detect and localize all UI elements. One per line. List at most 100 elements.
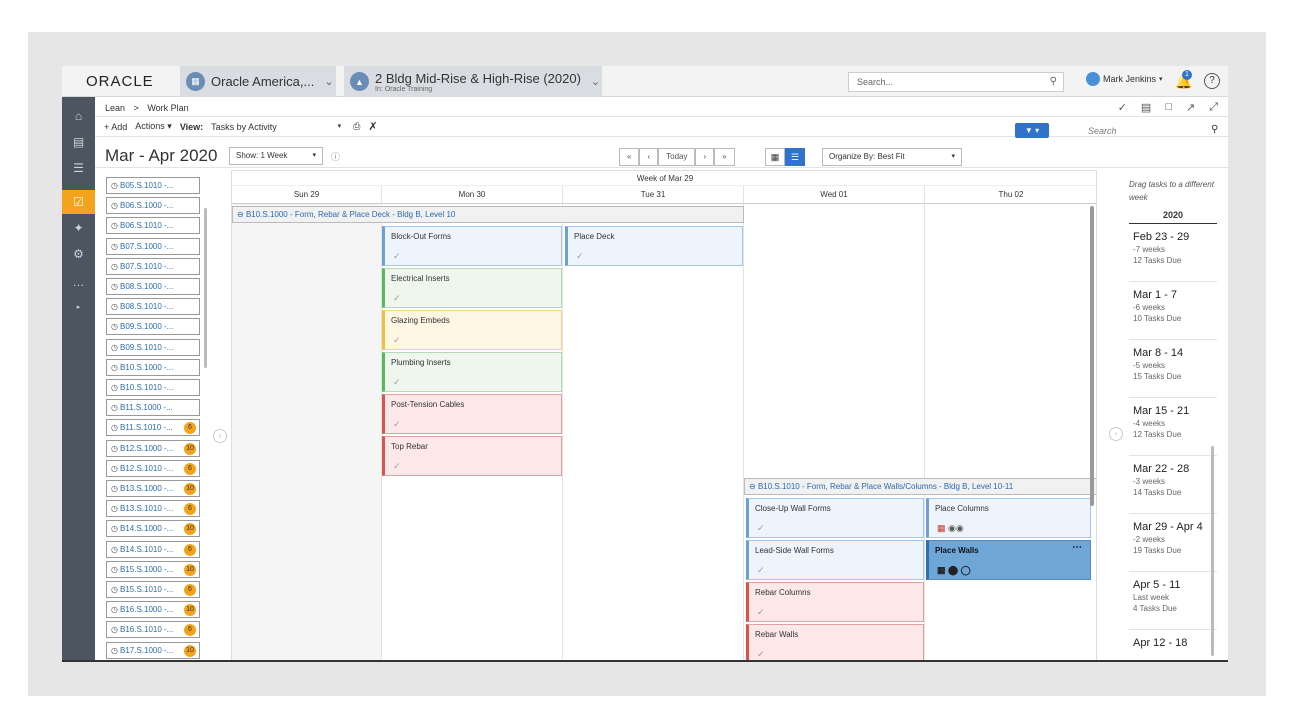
week-item[interactable]: Apr 12 - 18 <box>1129 630 1217 660</box>
task-card[interactable]: Place Deck ✓ <box>565 226 743 266</box>
info-icon[interactable]: ⓘ <box>331 150 340 163</box>
task-card[interactable]: Electrical Inserts ✓ <box>382 268 562 308</box>
lean-icon[interactable]: ☑ <box>62 190 95 214</box>
first-page-icon[interactable]: « <box>619 148 640 166</box>
activity-group-header[interactable]: ⊖ B10.S.1010 - Form, Rebar & Place Walls… <box>744 478 1096 495</box>
show-select[interactable]: Show: 1 Week ▾ <box>229 147 323 165</box>
activity-list-item[interactable]: ◷ B07.S.1010 -... <box>106 257 200 275</box>
activity-list-item[interactable]: ◷ B15.S.1000 -... 10 <box>106 560 200 578</box>
chart-icon[interactable]: ▤ <box>1141 101 1151 114</box>
organize-select[interactable]: Organize By: Best Fit ▾ <box>822 148 962 166</box>
collapse-right-icon[interactable]: › <box>1109 427 1123 441</box>
count-badge: 10 <box>184 563 196 576</box>
activity-list-item[interactable]: ◷ B07.S.1000 -... <box>106 237 200 255</box>
activity-list-item[interactable]: ◷ B16.S.1000 -... 10 <box>106 601 200 619</box>
activity-list-item[interactable]: ◷ B08.S.1000 -... <box>106 278 200 295</box>
next-icon[interactable]: › <box>695 148 715 166</box>
list-scrollbar[interactable] <box>204 208 207 368</box>
list-icon[interactable]: ▤ <box>62 130 95 154</box>
company-selector[interactable]: ▦ Oracle America,... ⌄ <box>180 66 336 97</box>
user-menu[interactable]: Mark Jenkins ▾ <box>1086 72 1163 86</box>
activity-list-item[interactable]: ◷ B09.S.1010 -... <box>106 338 200 356</box>
week-panel: Drag tasks to a different week 2020 Feb … <box>1129 178 1217 660</box>
week-relative: -5 weeks <box>1133 361 1166 370</box>
task-card[interactable]: Rebar Columns ✓ <box>746 582 924 622</box>
schedule-icon[interactable]: ☰ <box>62 156 95 180</box>
activity-list-item[interactable]: ◷ B16.S.1010 -... 6 <box>106 621 200 639</box>
check-icon[interactable]: ✓ <box>1118 101 1127 114</box>
arrow-icon[interactable]: ▸ <box>62 296 95 320</box>
activity-list-item[interactable]: ◷ B11.S.1010 -... 6 <box>106 419 200 437</box>
clock-icon: ◷ <box>111 625 118 635</box>
activity-list-item[interactable]: ◷ B13.S.1010 -... 6 <box>106 500 200 518</box>
task-card[interactable]: Block-Out Forms ✓ <box>382 226 562 266</box>
week-item[interactable]: Mar 22 - 28 -3 weeks 14 Tasks Due <box>1129 456 1217 514</box>
activity-list-item[interactable]: ◷ B05.S.1010 -... <box>106 177 200 194</box>
task-card[interactable]: Top Rebar ✓ <box>382 436 562 476</box>
search-icon[interactable]: ⚲ <box>1211 124 1218 135</box>
project-selector[interactable]: ▲ 2 Bldg Mid-Rise & High-Rise (2020) In:… <box>344 66 602 97</box>
expand-icon[interactable]: ⤢ <box>1209 101 1218 114</box>
more-options-icon[interactable]: ⋯ <box>1072 542 1082 553</box>
week-item[interactable]: Feb 23 - 29 -7 weeks 12 Tasks Due <box>1129 224 1217 282</box>
week-item[interactable]: Apr 5 - 11 Last week 4 Tasks Due <box>1129 572 1217 630</box>
activity-list-item[interactable]: ◷ B06.S.1000 -... <box>106 197 200 215</box>
caret-down-icon: ▾ <box>312 152 316 159</box>
task-card[interactable]: Place Columns ▦ ◉◉ <box>926 498 1091 538</box>
grid-view-icon[interactable]: ▦ <box>765 148 785 166</box>
task-search-input[interactable]: Search <box>1088 126 1117 136</box>
activity-list-item[interactable]: ◷ B17.S.1000 -... 10 <box>106 641 200 659</box>
activity-list-item[interactable]: ◷ B09.S.1000 -... <box>106 318 200 336</box>
week-item[interactable]: Mar 29 - Apr 4 -2 weeks 19 Tasks Due <box>1129 514 1217 572</box>
board-view-icon[interactable]: ☰ <box>785 148 805 166</box>
today-button[interactable]: Today <box>658 148 696 166</box>
print-icon[interactable]: ⎙ <box>353 121 360 132</box>
last-page-icon[interactable]: » <box>714 148 735 166</box>
week-tasks-due: 4 Tasks Due <box>1133 604 1177 613</box>
share-icon[interactable]: ↗ <box>1186 101 1195 114</box>
add-button[interactable]: + Add <box>104 122 127 132</box>
task-card[interactable]: Rebar Walls ✓ <box>746 624 924 660</box>
settings-icon[interactable]: ⚙ <box>62 242 95 266</box>
search-icon[interactable]: ⚲ <box>1050 76 1057 87</box>
oracle-logo[interactable]: ORACLE <box>86 73 154 90</box>
task-card[interactable]: Close-Up Wall Forms ✓ <box>746 498 924 538</box>
activity-list-item[interactable]: ◷ B06.S.1010 -... <box>106 217 200 235</box>
home-icon[interactable]: ⌂ <box>62 104 95 128</box>
week-panel-scrollbar[interactable] <box>1211 446 1214 656</box>
week-item[interactable]: Mar 8 - 14 -5 weeks 15 Tasks Due <box>1129 340 1217 398</box>
count-badge: 10 <box>184 604 196 617</box>
activity-list-item[interactable]: ◷ B12.S.1000 -... 10 <box>106 439 200 457</box>
activity-list-item[interactable]: ◷ B14.S.1010 -... 6 <box>106 540 200 558</box>
tools-icon[interactable]: ✗ <box>368 120 377 133</box>
activity-list-item[interactable]: ◷ B15.S.1010 -... 6 <box>106 581 200 598</box>
activity-list-item[interactable]: ◷ B10.S.1000 -... <box>106 358 200 376</box>
more-icon[interactable]: … <box>62 270 95 294</box>
global-search-input[interactable]: Search... ⚲ <box>848 72 1064 92</box>
view-select[interactable]: Tasks by Activity ▾ <box>211 122 341 132</box>
task-card[interactable]: Plumbing Inserts ✓ <box>382 352 562 392</box>
task-card[interactable]: Lead-Side Wall Forms ✓ <box>746 540 924 580</box>
activity-group-header[interactable]: ⊖ B10.S.1000 - Form, Rebar & Place Deck … <box>232 206 744 223</box>
board-scrollbar[interactable] <box>1090 206 1094 506</box>
task-card[interactable]: Post-Tension Cables ✓ <box>382 394 562 434</box>
activity-list-item[interactable]: ◷ B13.S.1000 -... 10 <box>106 480 200 497</box>
week-item[interactable]: Mar 1 - 7 -6 weeks 10 Tasks Due <box>1129 282 1217 340</box>
task-card[interactable]: Glazing Embeds ✓ <box>382 310 562 350</box>
activity-list-item[interactable]: ◷ B14.S.1000 -... 10 <box>106 520 200 538</box>
collapse-left-icon[interactable]: ‹ <box>213 429 227 443</box>
activity-list-item[interactable]: ◷ B11.S.1000 -... <box>106 399 200 417</box>
prev-icon[interactable]: ‹ <box>639 148 659 166</box>
document-icon[interactable]: □ <box>1165 101 1172 114</box>
activity-list-item[interactable]: ◷ B12.S.1010 -... 6 <box>106 459 200 477</box>
filter-button[interactable]: ▼ ▾ <box>1015 123 1049 138</box>
task-card-selected[interactable]: Place Walls ⋯ ▦ ⬤ ◯ <box>926 540 1091 580</box>
actions-menu[interactable]: Actions ▾ <box>135 121 172 132</box>
help-icon[interactable]: ? <box>1204 73 1220 89</box>
notifications-bell-icon[interactable]: 🔔 1 <box>1175 70 1192 90</box>
activity-list-item[interactable]: ◷ B10.S.1010 -... <box>106 379 200 396</box>
network-icon[interactable]: ✦ <box>62 216 95 240</box>
week-item[interactable]: Mar 15 - 21 -4 weeks 12 Tasks Due <box>1129 398 1217 456</box>
activity-list-item[interactable]: ◷ B08.S.1010 -... <box>106 298 200 316</box>
breadcrumb-lean[interactable]: Lean <box>105 103 125 113</box>
